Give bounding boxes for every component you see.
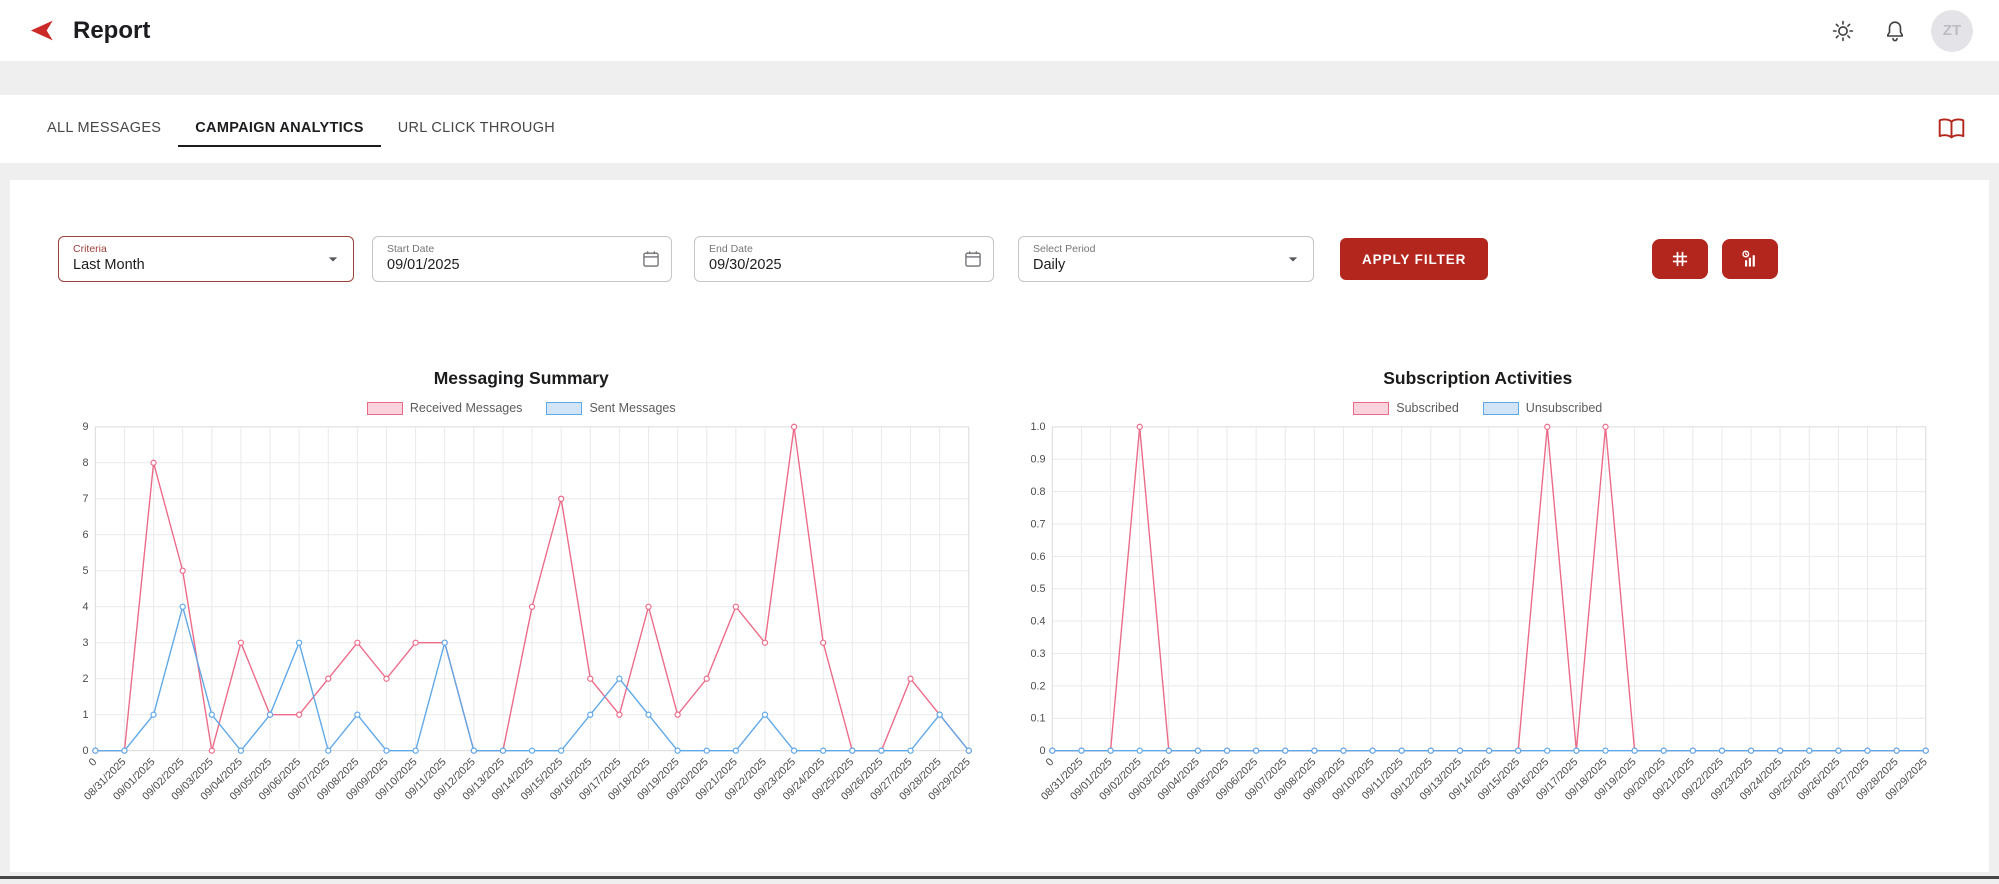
period-label: Select Period [1033, 243, 1273, 256]
line-chart: 0123456789008/31/202509/01/202509/02/202… [60, 417, 983, 845]
bar-chart-icon [1739, 249, 1761, 269]
svg-text:1.0: 1.0 [1030, 421, 1045, 433]
legend-item[interactable]: Sent Messages [546, 401, 675, 415]
start-date-value: 09/01/2025 [387, 256, 631, 275]
svg-text:1: 1 [82, 709, 88, 721]
legend-swatch [1483, 402, 1519, 415]
sun-icon [1831, 19, 1855, 43]
svg-text:0.5: 0.5 [1030, 583, 1045, 595]
window-bottom-edge [0, 876, 1999, 879]
apply-filter-button[interactable]: APPLY FILTER [1340, 238, 1488, 280]
calendar-icon [963, 249, 983, 269]
charts-row: Messaging Summary Received Messages Sent … [58, 368, 1941, 845]
legend-item[interactable]: Subscribed [1353, 401, 1459, 415]
svg-text:0: 0 [82, 745, 88, 757]
open-book-icon [1938, 117, 1965, 141]
svg-text:3: 3 [82, 637, 88, 649]
legend-swatch [367, 402, 403, 415]
svg-text:0.4: 0.4 [1030, 616, 1045, 628]
svg-text:0.1: 0.1 [1030, 713, 1045, 725]
tab-all-messages[interactable]: ALL MESSAGES [30, 111, 178, 147]
notifications-button[interactable] [1879, 15, 1911, 47]
theme-toggle-button[interactable] [1827, 15, 1859, 47]
svg-text:2: 2 [82, 673, 88, 685]
back-arrow-icon[interactable] [26, 15, 57, 46]
period-select[interactable]: Select Period Daily [1018, 236, 1314, 282]
end-date-value: 09/30/2025 [709, 256, 953, 275]
svg-text:4: 4 [82, 601, 88, 613]
end-date-field[interactable]: End Date 09/30/2025 [694, 236, 994, 282]
svg-text:6: 6 [82, 529, 88, 541]
svg-text:0: 0 [1039, 745, 1045, 757]
calendar-icon [641, 249, 661, 269]
filter-row: Criteria Last Month Start Date 09/01/202… [58, 236, 1941, 282]
start-date-field[interactable]: Start Date 09/01/2025 [372, 236, 672, 282]
table-view-button[interactable] [1652, 239, 1708, 279]
svg-text:8: 8 [82, 457, 88, 469]
campaign-analytics-panel: Criteria Last Month Start Date 09/01/202… [10, 180, 1989, 872]
legend-label: Received Messages [410, 401, 523, 415]
legend-label: Unsubscribed [1526, 401, 1602, 415]
legend-label: Sent Messages [589, 401, 675, 415]
legend-item[interactable]: Received Messages [367, 401, 523, 415]
arrow-left-icon [28, 17, 55, 44]
docs-button[interactable] [1934, 113, 1969, 145]
svg-text:0.7: 0.7 [1030, 518, 1045, 530]
grid-icon [1669, 249, 1691, 269]
chart-title: Subscription Activities [1017, 368, 1940, 389]
svg-text:0.6: 0.6 [1030, 551, 1045, 563]
chart-legend: Subscribed Unsubscribed [1017, 401, 1940, 415]
page-title: Report [73, 17, 150, 45]
caret-down-icon [323, 249, 343, 269]
start-date-label: Start Date [387, 243, 631, 256]
svg-text:0.8: 0.8 [1030, 486, 1045, 498]
chart-view-button[interactable] [1722, 239, 1778, 279]
tab-campaign-analytics[interactable]: CAMPAIGN ANALYTICS [178, 111, 380, 147]
header-actions: ZT [1827, 10, 1973, 52]
messaging-summary-chart: Messaging Summary Received Messages Sent … [60, 368, 983, 845]
chart-legend: Received Messages Sent Messages [60, 401, 983, 415]
tab-url-click-through[interactable]: URL CLICK THROUGH [381, 111, 572, 147]
criteria-label: Criteria [73, 243, 313, 256]
legend-label: Subscribed [1396, 401, 1459, 415]
svg-text:0: 0 [1043, 756, 1056, 769]
subscription-activities-chart: Subscription Activities Subscribed Unsubs… [1017, 368, 1940, 845]
view-toggle-group [1652, 239, 1778, 279]
svg-text:0.2: 0.2 [1030, 680, 1045, 692]
period-value: Daily [1033, 256, 1273, 275]
line-chart: 00.10.20.30.40.50.60.70.80.91.0008/31/20… [1017, 417, 1940, 845]
caret-down-icon [1283, 249, 1303, 269]
criteria-select[interactable]: Criteria Last Month [58, 236, 354, 282]
legend-swatch [546, 402, 582, 415]
legend-item[interactable]: Unsubscribed [1483, 401, 1602, 415]
svg-text:9: 9 [82, 421, 88, 433]
svg-text:0: 0 [87, 756, 100, 769]
report-tab-bar: ALL MESSAGES CAMPAIGN ANALYTICS URL CLIC… [0, 95, 1999, 163]
legend-swatch [1353, 402, 1389, 415]
user-avatar[interactable]: ZT [1931, 10, 1973, 52]
app-header: Report ZT [0, 0, 1999, 61]
bell-icon [1883, 19, 1907, 43]
svg-text:5: 5 [82, 565, 88, 577]
end-date-label: End Date [709, 243, 953, 256]
svg-text:0.9: 0.9 [1030, 454, 1045, 466]
svg-text:7: 7 [82, 493, 88, 505]
svg-text:0.3: 0.3 [1030, 648, 1045, 660]
chart-title: Messaging Summary [60, 368, 983, 389]
criteria-value: Last Month [73, 256, 313, 275]
